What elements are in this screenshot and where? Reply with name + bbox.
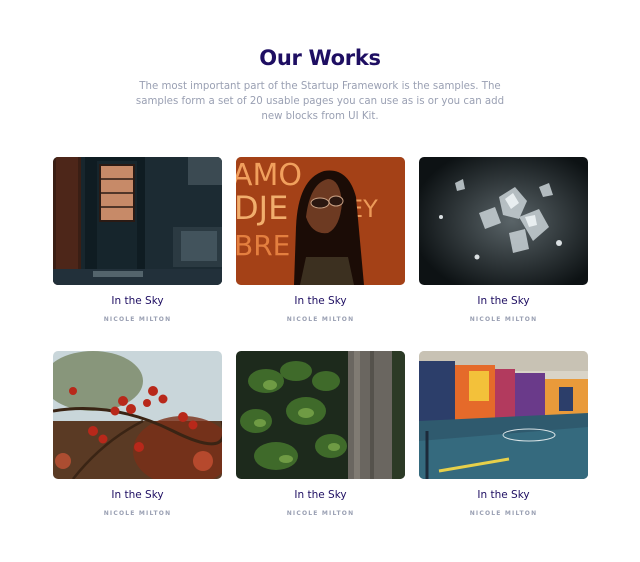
work-title[interactable]: In the Sky	[236, 295, 405, 307]
work-card[interactable]: In the Sky NICOLE MILTON	[53, 351, 222, 517]
section-title: Our Works	[259, 46, 381, 70]
svg-text:AMO: AMO	[236, 158, 302, 193]
work-card[interactable]: In the Sky NICOLE MILTON	[419, 157, 588, 323]
red-berries-photo[interactable]	[53, 351, 222, 479]
work-title[interactable]: In the Sky	[53, 489, 222, 501]
court-image	[419, 351, 588, 479]
work-author: NICOLE MILTON	[469, 316, 538, 323]
work-title[interactable]: In the Sky	[419, 295, 588, 307]
work-author: NICOLE MILTON	[103, 316, 172, 323]
neon-portrait-photo[interactable]: AMO DJE EY BRE	[236, 157, 405, 285]
work-author: NICOLE MILTON	[286, 316, 355, 323]
work-author: NICOLE MILTON	[286, 510, 355, 517]
work-card[interactable]: In the Sky NICOLE MILTON	[419, 351, 588, 517]
ivy-tree-image	[236, 351, 405, 479]
svg-text:BRE: BRE	[236, 229, 290, 262]
work-title[interactable]: In the Sky	[53, 295, 222, 307]
dark-doorway-photo[interactable]	[53, 157, 222, 285]
berries-image	[53, 351, 222, 479]
crystal-cluster-photo[interactable]	[419, 157, 588, 285]
neon-portrait-image: AMO DJE EY BRE	[236, 157, 405, 285]
work-title[interactable]: In the Sky	[236, 489, 405, 501]
work-card[interactable]: In the Sky NICOLE MILTON	[53, 157, 222, 323]
work-card[interactable]: AMO DJE EY BRE In the Sky NICOLE MILTON	[236, 157, 405, 323]
basketball-court-photo[interactable]	[419, 351, 588, 479]
works-section: Our Works The most important part of the…	[0, 0, 640, 562]
svg-text:DJE: DJE	[236, 189, 288, 227]
work-card[interactable]: In the Sky NICOLE MILTON	[236, 351, 405, 517]
work-author: NICOLE MILTON	[103, 510, 172, 517]
doorway-image	[53, 157, 222, 285]
work-author: NICOLE MILTON	[469, 510, 538, 517]
work-title[interactable]: In the Sky	[419, 489, 588, 501]
crystal-image	[419, 157, 588, 285]
section-description: The most important part of the Startup F…	[135, 81, 505, 122]
ivy-tree-photo[interactable]	[236, 351, 405, 479]
